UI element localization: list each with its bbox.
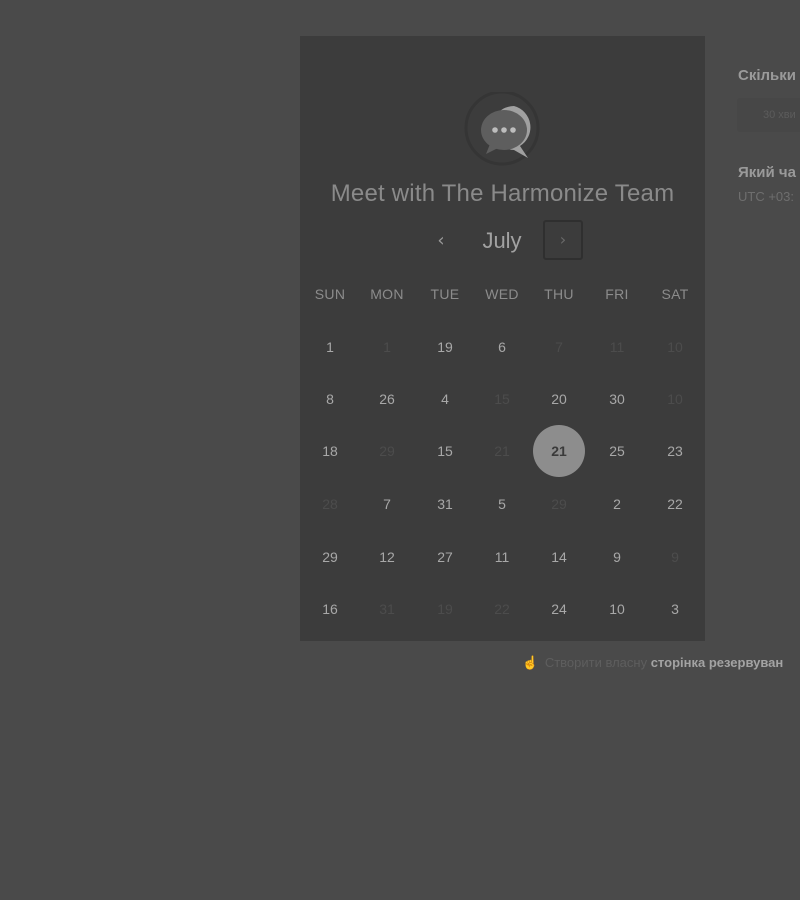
calendar-day: 9 (671, 549, 679, 565)
calendar-day[interactable]: 31 (419, 478, 471, 530)
pointer-hand-icon: ☝ (522, 655, 539, 670)
calendar-day[interactable]: 12 (361, 531, 413, 583)
calendar-day[interactable]: 16 (304, 583, 356, 635)
duration-label: Скільки (738, 67, 796, 84)
chevron-right-icon: › (559, 230, 567, 249)
timezone-select[interactable]: UTC +03: (738, 189, 794, 204)
calendar-day[interactable]: 9 (591, 531, 643, 583)
calendar-day[interactable]: 26 (361, 373, 413, 425)
calendar-day[interactable]: 29 (304, 531, 356, 583)
weekday-sat: SAT (661, 286, 689, 302)
booking-page: Meet with The Harmonize Team ‹ July › SU… (0, 0, 800, 900)
weekday-fri: FRI (605, 286, 629, 302)
previous-month-button[interactable]: ‹ (426, 228, 456, 254)
calendar-day: 10 (667, 391, 683, 407)
calendar-day: 21 (494, 443, 510, 459)
duration-select[interactable]: 30 хви (737, 98, 800, 132)
footer-text: Створити власну (544, 655, 648, 670)
calendar-day: 15 (494, 391, 510, 407)
footer-promo: ☝ Створити власну сторінка резервуван (522, 655, 783, 671)
calendar-day[interactable]: 4 (419, 373, 471, 425)
calendar-day[interactable]: 20 (533, 373, 585, 425)
weekday-tue: TUE (430, 286, 460, 302)
weekday-sun: SUN (314, 286, 346, 302)
calendar-day[interactable]: 5 (476, 478, 528, 530)
calendar-day[interactable]: 7 (361, 478, 413, 530)
calendar-day: 1 (383, 339, 391, 355)
calendar-day: 22 (494, 601, 510, 617)
calendar-day[interactable]: 19 (419, 321, 471, 373)
calendar-day[interactable]: 6 (476, 321, 528, 373)
weekday-mon: MON (370, 286, 404, 302)
calendar-day[interactable]: 8 (304, 373, 356, 425)
calendar-day: 28 (322, 496, 338, 512)
calendar-day: 31 (379, 601, 395, 617)
calendar-day[interactable]: 30 (591, 373, 643, 425)
calendar-day[interactable]: 23 (649, 425, 701, 477)
calendar-day[interactable]: 15 (419, 425, 471, 477)
chat-bubble-logo-icon (462, 92, 542, 166)
calendar-day: 11 (609, 339, 625, 355)
next-month-button[interactable]: › (543, 220, 583, 260)
calendar-day[interactable]: 2 (591, 478, 643, 530)
calendar-day[interactable]: 27 (419, 531, 471, 583)
calendar-day[interactable]: 22 (649, 478, 701, 530)
calendar-day[interactable]: 3 (649, 583, 701, 635)
calendar-day: 10 (667, 339, 683, 355)
chevron-left-icon: ‹ (437, 230, 445, 251)
current-month: July (482, 228, 522, 253)
event-title: Meet with The Harmonize Team (330, 180, 675, 207)
calendar-day[interactable]: 14 (533, 531, 585, 583)
weekday-thu: THU (544, 286, 574, 302)
time-label: Який ча (738, 164, 796, 181)
weekday-wed: WED (485, 286, 519, 302)
footer-link[interactable]: сторінка резервуван (651, 655, 784, 670)
calendar-day: 29 (379, 443, 395, 459)
calendar-day: 29 (551, 496, 567, 512)
calendar-day: 19 (437, 601, 453, 617)
duration-value: 30 хви (763, 109, 796, 121)
calendar-day[interactable]: 18 (304, 425, 356, 477)
calendar-day[interactable]: 1 (304, 321, 356, 373)
calendar-day[interactable]: 24 (533, 583, 585, 635)
calendar-day[interactable]: 11 (476, 531, 528, 583)
calendar-day[interactable]: 25 (591, 425, 643, 477)
calendar-day[interactable]: 10 (591, 583, 643, 635)
selected-day[interactable]: 21 (533, 425, 585, 477)
calendar-day: 7 (555, 339, 563, 355)
